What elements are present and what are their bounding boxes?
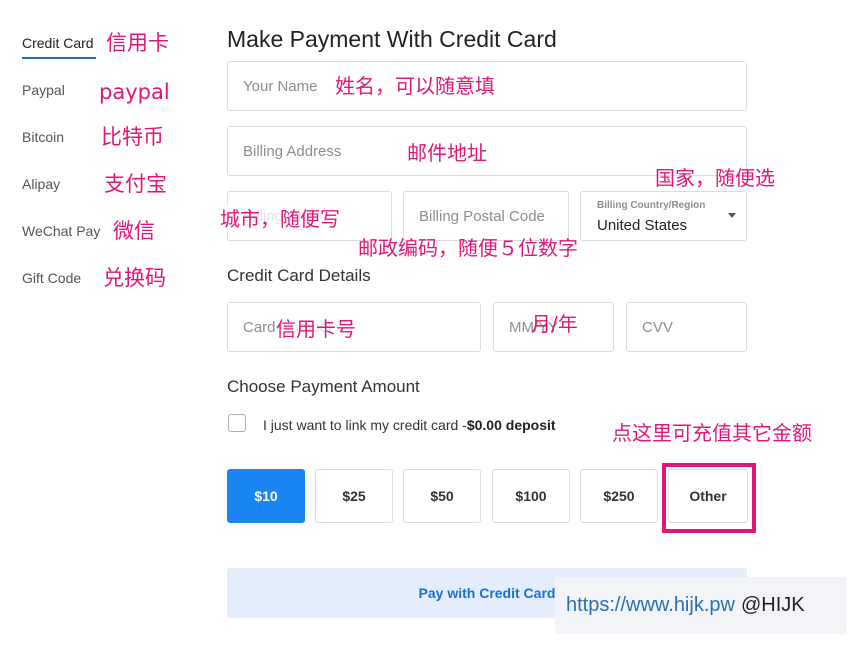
annotation-name: 姓名，可以随意填 [335,74,495,98]
annotation-postal-code: 邮政编码，随便５位数字 [358,236,578,260]
annotation-city: 城市，随便写 [220,203,340,232]
annotation-credit-card: 信用卡 [106,31,169,55]
cvv-input[interactable] [627,303,746,351]
link-card-checkbox[interactable] [228,414,246,432]
annotation-wechat: 微信 [113,219,155,243]
payment-amount-heading: Choose Payment Amount [227,377,420,396]
watermark: https://www.hijk.pw @HIJK [555,577,846,634]
link-card-label: I just want to link my credit card -$0.0… [263,417,556,433]
sidebar-item-alipay[interactable]: Alipay [22,176,60,192]
card-details-heading: Credit Card Details [227,266,371,285]
annotation-other-amount: 点这里可充值其它金额 [612,421,812,445]
cvv-field[interactable] [626,302,747,352]
sidebar-item-paypal[interactable]: Paypal [22,82,65,98]
sidebar-item-credit-card[interactable]: Credit Card [22,35,94,51]
sidebar-item-wechat-pay[interactable]: WeChat Pay [22,223,100,239]
annotation-bitcoin: 比特币 [101,125,164,149]
billing-country-value: United States [597,217,688,234]
annotation-gift-code: 兑换码 [103,266,166,290]
chevron-down-icon [728,213,736,218]
annotation-country: 国家，随便选 [655,166,775,190]
amount-button-10[interactable]: $10 [227,469,305,523]
billing-country-label: Billing Country/Region [597,200,706,211]
annotation-alipay: 支付宝 [104,172,167,196]
amount-button-50[interactable]: $50 [403,469,481,523]
sidebar-item-gift-code[interactable]: Gift Code [22,270,81,286]
annotation-highlight-box [662,463,756,533]
deposit-amount: $0.00 deposit [466,417,556,433]
amount-button-250[interactable]: $250 [580,469,658,523]
watermark-url: https://www.hijk.pw [566,594,735,616]
annotation-paypal: paypal [99,80,170,104]
annotation-card-number: 信用卡号 [276,313,356,342]
annotation-address: 邮件地址 [407,141,487,165]
amount-button-100[interactable]: $100 [492,469,570,523]
page-title: Make Payment With Credit Card [227,26,557,52]
amount-button-25[interactable]: $25 [315,469,393,523]
billing-country-select[interactable]: Billing Country/Region United States [580,191,747,241]
link-card-text: I just want to link my credit card - [263,417,467,433]
sidebar-item-bitcoin[interactable]: Bitcoin [22,129,64,145]
annotation-expiry: 月/年 [531,312,578,336]
watermark-handle: @HIJK [740,594,805,616]
active-tab-underline [22,57,96,59]
